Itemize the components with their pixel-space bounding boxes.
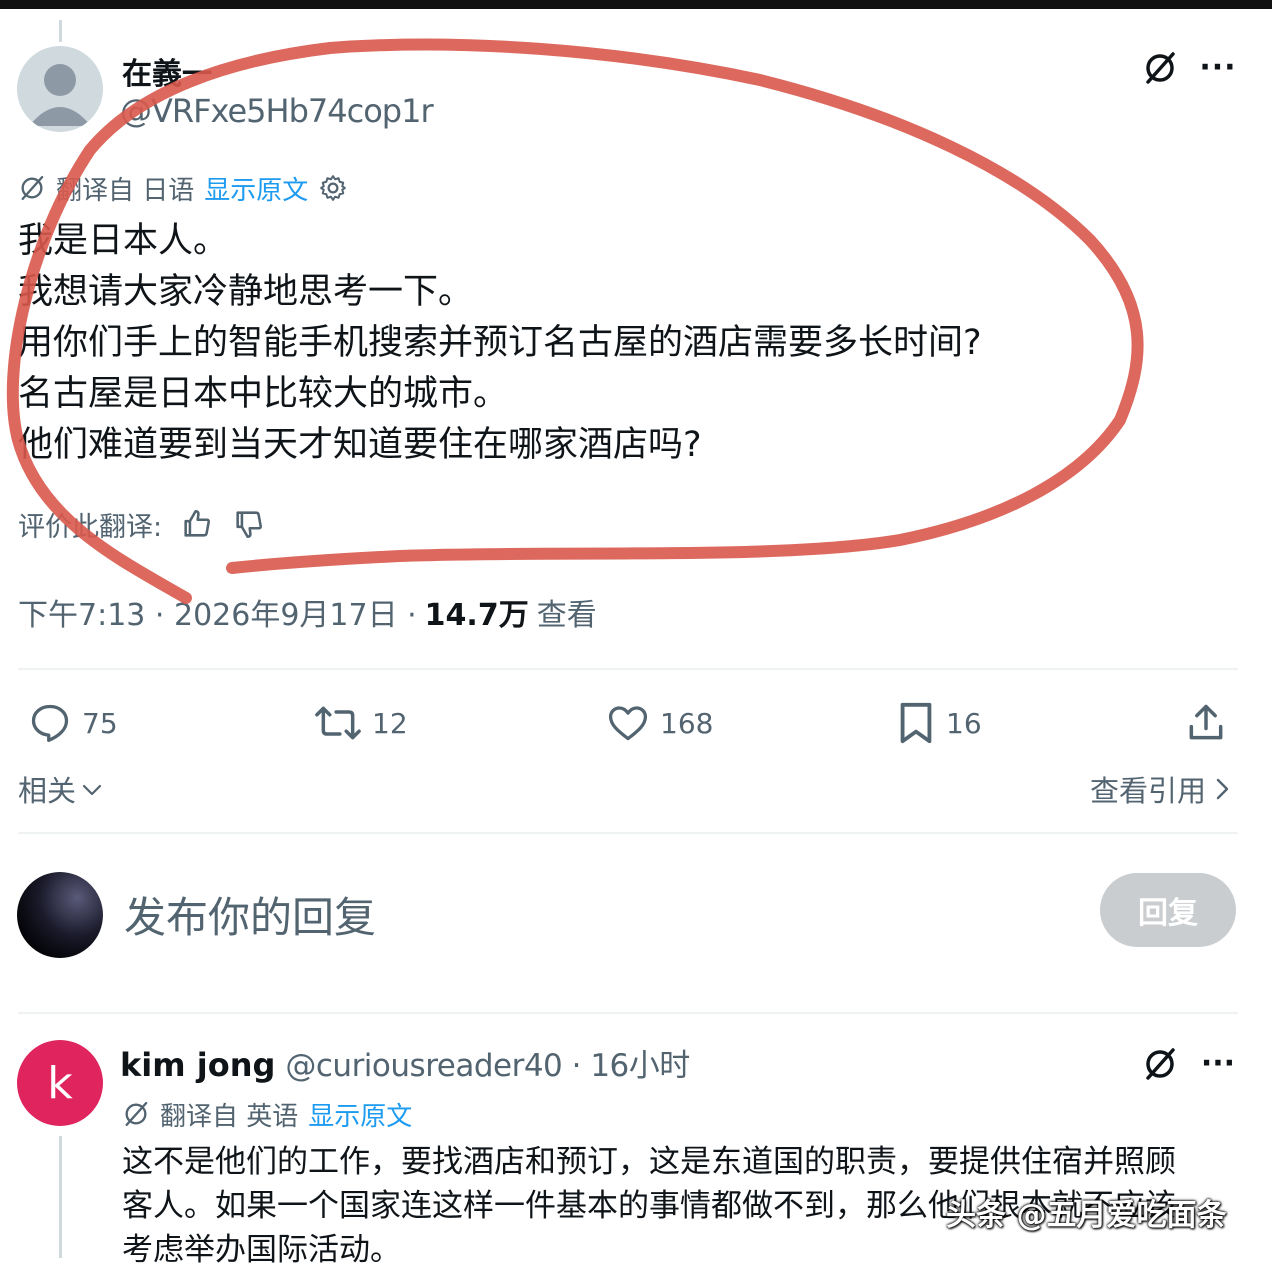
- view-count: 14.7万: [424, 598, 529, 633]
- reply-line: 这不是他们的工作，要找酒店和预订，这是东道国的职责，要提供住宿并照顾: [122, 1144, 1176, 1180]
- grok-small-icon: [125, 1101, 148, 1127]
- reply-header: kim jong @curiousreader40 · 16小时: [120, 1040, 690, 1085]
- divider: [18, 832, 1238, 834]
- tweet-timestamp[interactable]: 下午7:13 · 2026年9月17日 ·: [18, 590, 417, 634]
- reply-action[interactable]: 75: [28, 698, 118, 748]
- retweet-action[interactable]: 12: [314, 698, 408, 748]
- translated-from-label: 翻译自 英语: [160, 1101, 299, 1132]
- reply-count: 75: [82, 706, 118, 740]
- share-icon: [1189, 704, 1223, 740]
- share-action[interactable]: [1184, 698, 1228, 748]
- my-avatar[interactable]: [17, 872, 103, 958]
- tweet-text: 我是日本人。 我想请大家冷静地思考一下。 用你们手上的智能手机搜索并预订名古屋的…: [18, 216, 982, 471]
- tweet-meta: 下午7:13 · 2026年9月17日 · 14.7万 查看: [18, 590, 597, 634]
- show-original-link[interactable]: 显示原文: [204, 170, 308, 207]
- tweet-line: 我想请大家冷静地思考一下。: [18, 272, 474, 312]
- reply-line: 考虑举办国际活动。: [122, 1232, 401, 1268]
- author-avatar[interactable]: [17, 46, 103, 132]
- bookmark-count: 16: [946, 706, 982, 740]
- watermark: 头条 @五月爱吃面条: [946, 1198, 1227, 1233]
- related-toggle[interactable]: 相关: [18, 768, 104, 810]
- divider: [18, 668, 1238, 670]
- tweet-line: 我是日本人。: [18, 221, 229, 261]
- reply-author-avatar[interactable]: k: [17, 1040, 103, 1126]
- view-quotes-link[interactable]: 查看引用: [1090, 768, 1232, 810]
- chevron-right-icon: [1216, 778, 1229, 800]
- more-icon[interactable]: ···: [1196, 1046, 1240, 1081]
- view-quotes-label: 查看引用: [1089, 774, 1206, 808]
- translation-notice: 翻译自 日语 显示原文: [18, 170, 348, 206]
- translated-from-label: 翻译自 日语: [56, 175, 195, 206]
- show-original-link[interactable]: 显示原文: [308, 1096, 412, 1133]
- author-handle[interactable]: @VRFxe5Hb74cop1r: [120, 92, 434, 130]
- reply-button[interactable]: 回复: [1100, 873, 1236, 947]
- tweet-line: 用你们手上的智能手机搜索并预订名古屋的酒店需要多长时间?: [18, 323, 982, 363]
- thread-line: [59, 20, 62, 42]
- reply-author-name[interactable]: kim jong: [120, 1046, 275, 1084]
- avatar-letter: k: [47, 1057, 73, 1109]
- like-icon: [608, 706, 648, 741]
- grok-small-icon: [21, 175, 44, 201]
- views-label: 查看: [536, 598, 597, 633]
- reply-author-handle-time[interactable]: @curiousreader40 · 16小时: [285, 1040, 690, 1085]
- retweet-icon: [315, 706, 361, 740]
- thumbs-down-icon[interactable]: [232, 507, 266, 541]
- bookmark-icon: [900, 702, 932, 744]
- rate-translation: 评价此翻译:: [18, 502, 266, 546]
- tweet-line: 名古屋是日本中比较大的城市。: [18, 374, 509, 414]
- like-action[interactable]: 168: [606, 698, 713, 748]
- like-count: 168: [660, 706, 714, 740]
- more-icon[interactable]: ···: [1196, 50, 1240, 85]
- thread-line: [59, 1136, 62, 1258]
- related-label: 相关: [18, 774, 77, 808]
- grok-icon[interactable]: [1140, 1044, 1180, 1084]
- divider: [18, 1012, 1238, 1014]
- reply-icon: [31, 704, 69, 743]
- grok-icon[interactable]: [1140, 48, 1180, 88]
- gear-icon[interactable]: [318, 173, 348, 203]
- author-name[interactable]: 在義一: [122, 49, 212, 93]
- rate-translation-label: 评价此翻译:: [18, 511, 163, 543]
- chevron-down-icon: [82, 784, 102, 796]
- bookmark-action[interactable]: 16: [896, 698, 982, 748]
- retweet-count: 12: [372, 706, 408, 740]
- thumbs-up-icon[interactable]: [180, 507, 214, 541]
- reply-input[interactable]: 发布你的回复: [124, 884, 376, 945]
- default-avatar-icon: [29, 64, 91, 126]
- top-edge-bar: [0, 0, 1272, 9]
- reply-translation-notice: 翻译自 英语 显示原文: [122, 1096, 412, 1132]
- tweet-line: 他们难道要到当天才知道要住在哪家酒店吗?: [18, 425, 702, 465]
